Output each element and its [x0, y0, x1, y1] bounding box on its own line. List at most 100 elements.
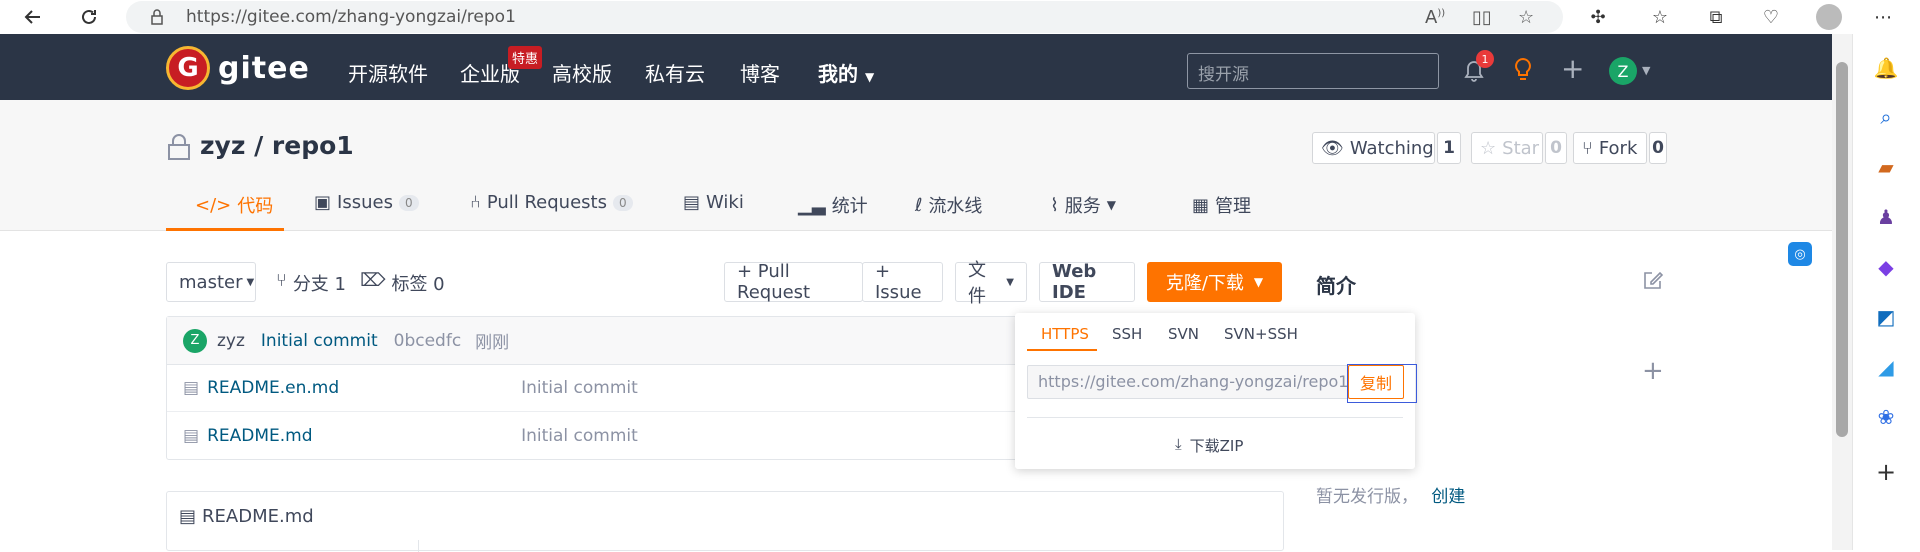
clone-tab-ssh[interactable]: SSH: [1112, 325, 1142, 343]
settings-doc-icon: ▦: [1192, 194, 1210, 216]
services-caret-icon: ▼: [1106, 198, 1117, 212]
baidu-icon[interactable]: ❀: [1872, 403, 1900, 431]
fork-icon: ⑂: [1582, 137, 1593, 159]
tab-manage[interactable]: ▦ 管理: [1192, 192, 1251, 218]
nav-open-source[interactable]: 开源软件: [348, 58, 428, 87]
nav-private-cloud[interactable]: 私有云: [645, 58, 705, 87]
games-icon[interactable]: ♟: [1872, 203, 1900, 231]
avatar-caret-icon[interactable]: ▼: [1642, 64, 1650, 77]
favorite-star-icon[interactable]: ☆: [1518, 7, 1534, 28]
tab-stats[interactable]: ▁▃ 统计: [798, 192, 868, 218]
eye-icon: 👁: [1321, 137, 1344, 159]
profile-icon[interactable]: [1816, 4, 1842, 30]
tab-services[interactable]: ⌇ 服务 ▼: [1050, 192, 1116, 218]
tab-wiki[interactable]: ▤ Wiki: [683, 192, 744, 213]
gitee-logo[interactable]: G gitee: [166, 46, 310, 90]
fork-count[interactable]: 0: [1649, 132, 1667, 164]
browser-essentials-icon[interactable]: ♡: [1760, 6, 1782, 28]
user-avatar[interactable]: Z: [1609, 57, 1637, 85]
file-menu-button[interactable]: 文件 ▼: [955, 260, 1027, 307]
file-name[interactable]: README.en.md: [207, 378, 521, 398]
branches-link[interactable]: ⑂ 分支 1: [276, 270, 346, 296]
branch-icon: ⑂: [276, 270, 287, 291]
add-side-app-icon[interactable]: +: [1872, 458, 1900, 486]
commit-hash[interactable]: 0bcedfc: [394, 331, 462, 351]
readme-panel: ▤ README.md: [166, 491, 1284, 552]
copilot-icon[interactable]: ◆: [1872, 253, 1900, 281]
refresh-icon[interactable]: [78, 6, 100, 28]
tab-issues-count: 0: [398, 194, 419, 211]
file-icon: ▤: [183, 378, 200, 398]
clone-tab-svn[interactable]: SVN: [1168, 325, 1199, 343]
tab-code[interactable]: </> 代码: [195, 192, 273, 218]
add-icon[interactable]: +: [1561, 55, 1584, 83]
file-icon: ▤: [183, 425, 200, 446]
notification-bell-icon[interactable]: 🔔: [1872, 54, 1900, 82]
clone-download-button[interactable]: 克隆/下载 ▼: [1147, 262, 1282, 302]
tab-code-label: 代码: [237, 196, 274, 217]
tab-stats-label: 统计: [831, 196, 868, 217]
commit-avatar[interactable]: Z: [183, 328, 207, 353]
tab-wiki-label: Wiki: [706, 192, 744, 213]
search-icon[interactable]: ⌕: [1872, 103, 1900, 131]
url-text: https://gitee.com/zhang-yongzai/repo1: [186, 7, 516, 27]
watching-label: Watching: [1349, 137, 1434, 159]
download-zip-link[interactable]: ⤓ 下载ZIP: [1175, 435, 1243, 456]
watching-count[interactable]: 1: [1437, 132, 1461, 164]
clone-popup: HTTPS SSH SVN SVN+SSH https://gitee.com/…: [1015, 313, 1417, 469]
tab-pull-requests-count: 0: [612, 194, 633, 211]
read-aloud-icon[interactable]: A)): [1425, 7, 1445, 28]
tab-pipeline-label: 流水线: [928, 196, 983, 217]
outlook-icon[interactable]: ◩: [1872, 303, 1900, 331]
watching-button[interactable]: 👁 Watching ▼: [1312, 132, 1445, 164]
tab-pipeline[interactable]: ℓ 流水线: [915, 192, 982, 218]
clone-tab-https[interactable]: HTTPS: [1041, 325, 1089, 343]
nav-university[interactable]: 高校版: [552, 58, 612, 87]
tab-pull-requests[interactable]: ⑃ Pull Requests 0: [470, 192, 633, 213]
new-issue-button[interactable]: + Issue: [862, 261, 943, 303]
book-icon: ▤: [683, 192, 701, 213]
shopping-icon[interactable]: ▰: [1872, 153, 1900, 181]
pulse-icon: ⌇: [1050, 194, 1059, 216]
intro-title: 简介: [1316, 274, 1356, 298]
scrollbar-thumb[interactable]: [1836, 62, 1848, 437]
assistant-icon[interactable]: ◎: [1788, 242, 1812, 266]
nav-mine[interactable]: 我的 ▼: [818, 58, 874, 87]
back-arrow-icon[interactable]: [22, 6, 44, 28]
release-info: 暂无发行版， 创建: [1316, 482, 1465, 507]
fork-button[interactable]: ⑂ Fork: [1573, 132, 1647, 164]
send-icon[interactable]: ◢: [1872, 353, 1900, 381]
commit-author[interactable]: zyz: [217, 331, 245, 351]
file-caret-icon: ▼: [1006, 276, 1014, 288]
commit-message[interactable]: Initial commit: [261, 331, 378, 351]
extensions-icon[interactable]: ✣: [1587, 6, 1609, 28]
tab-services-label: 服务: [1064, 196, 1101, 217]
clone-url-input[interactable]: https://gitee.com/zhang-yongzai/repo1.gi…: [1027, 365, 1349, 399]
collections-icon[interactable]: ⧉: [1705, 6, 1727, 28]
file-commit-message[interactable]: Initial commit: [521, 378, 638, 398]
star-button[interactable]: ☆ Star: [1471, 132, 1543, 164]
clone-tab-svn-ssh[interactable]: SVN+SSH: [1224, 325, 1298, 343]
nav-blog[interactable]: 博客: [740, 58, 780, 87]
branch-selector[interactable]: master ▼: [166, 262, 256, 302]
edit-intro-icon[interactable]: [1642, 269, 1664, 295]
split-view-icon[interactable]: ▯▯: [1472, 7, 1492, 28]
favorites-icon[interactable]: ☆: [1649, 6, 1671, 28]
star-count[interactable]: 0: [1545, 132, 1567, 164]
file-name[interactable]: README.md: [207, 426, 521, 446]
file-commit-message[interactable]: Initial commit: [521, 426, 638, 446]
more-menu-icon[interactable]: ⋯: [1872, 6, 1894, 28]
address-bar[interactable]: https://gitee.com/zhang-yongzai/repo1 A)…: [126, 1, 1563, 33]
copy-button-focus-ring: [1347, 364, 1417, 403]
web-ide-button[interactable]: Web IDE: [1039, 261, 1135, 303]
repo-title[interactable]: zyz / repo1: [200, 131, 354, 160]
readme-file-icon: ▤: [179, 506, 197, 527]
add-release-icon[interactable]: +: [1642, 356, 1664, 386]
tab-issues[interactable]: ▣ Issues 0: [314, 192, 419, 213]
create-release-link[interactable]: 创建: [1431, 487, 1465, 507]
lightbulb-icon[interactable]: [1511, 56, 1535, 88]
tags-link[interactable]: ⌦ 标签 0: [360, 270, 445, 296]
search-input[interactable]: 搜开源: [1187, 53, 1439, 89]
logo-text: gitee: [218, 50, 310, 86]
new-pull-request-button[interactable]: + Pull Request: [724, 261, 863, 303]
